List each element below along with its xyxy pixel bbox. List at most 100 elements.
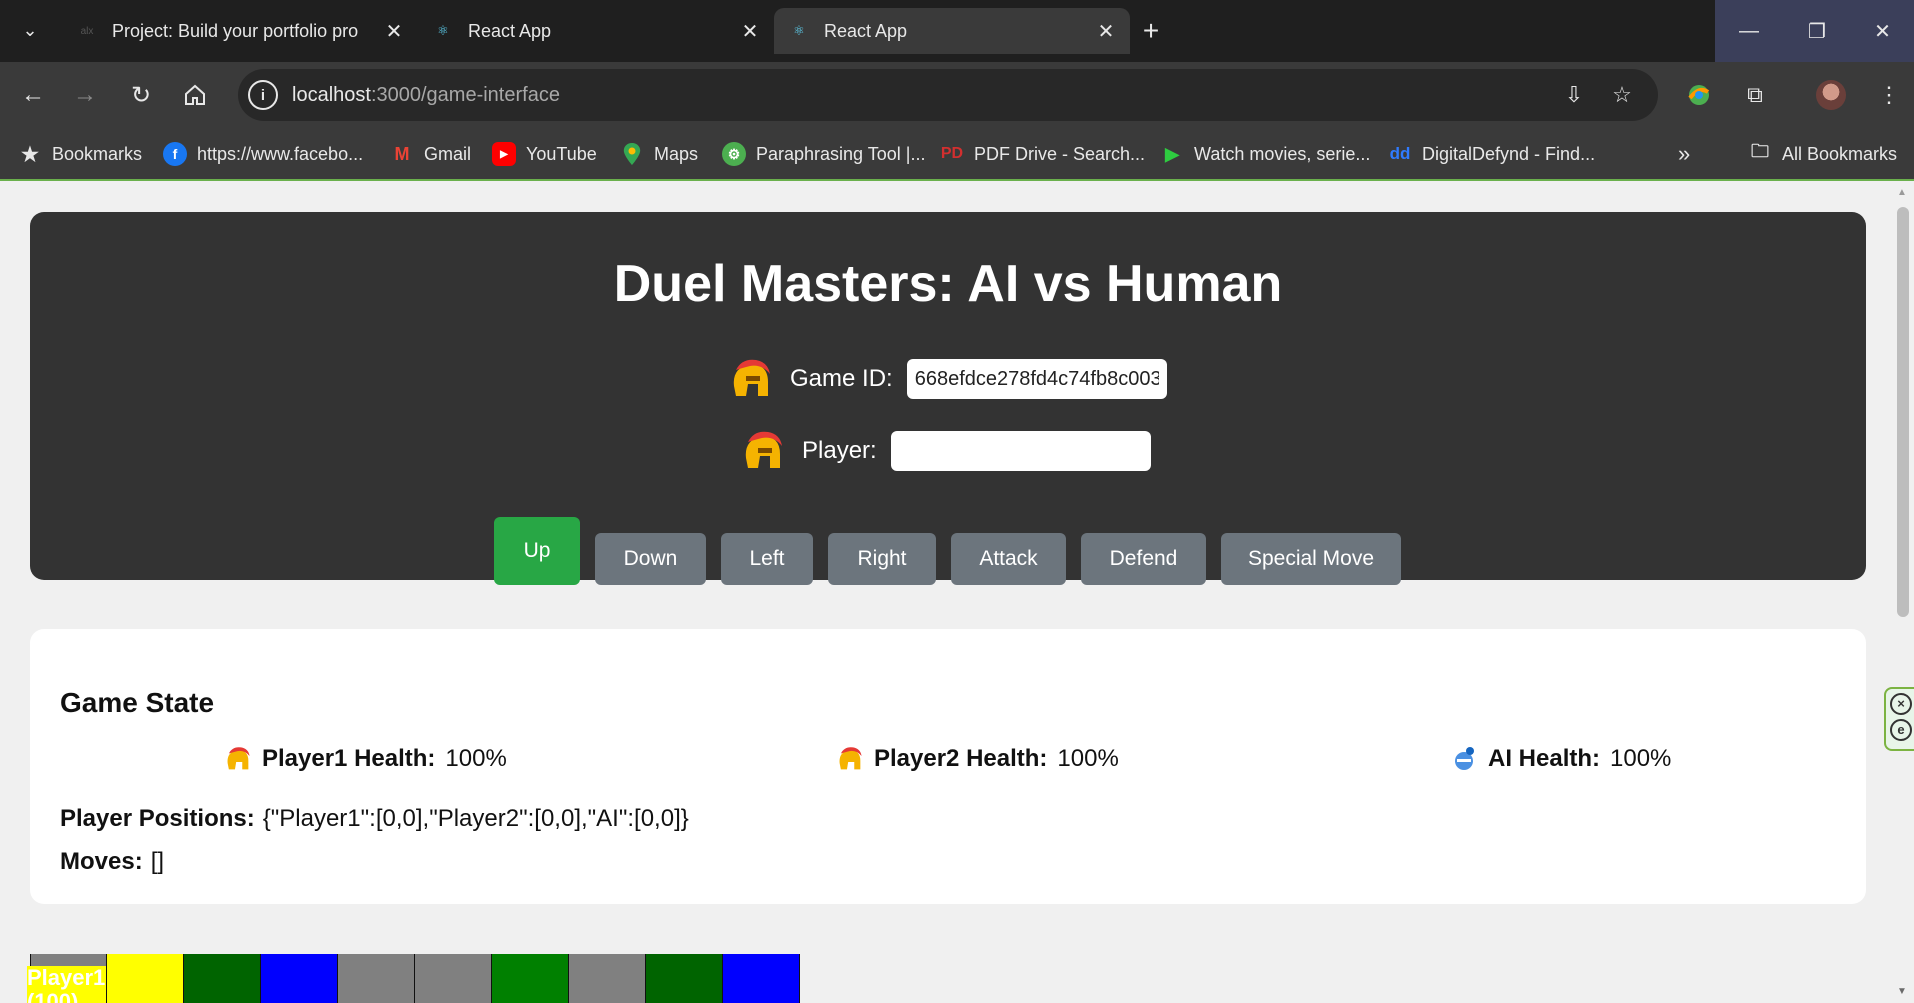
game-id-input[interactable] bbox=[906, 359, 1167, 399]
moves: Moves: [] bbox=[60, 848, 164, 876]
game-control-panel: Duel Masters: AI vs Human Game ID: Playe… bbox=[30, 212, 1866, 585]
player-input[interactable] bbox=[890, 431, 1151, 471]
react-icon: ⚛ bbox=[793, 23, 805, 38]
home-button[interactable] bbox=[176, 76, 214, 114]
chevron-down-icon: ⌄ bbox=[22, 19, 38, 40]
player-positions-value: {"Player1":[0,0],"Player2":[0,0],"AI":[0… bbox=[262, 805, 689, 832]
spartan-helmet-icon bbox=[745, 431, 782, 468]
tab-title: React App bbox=[468, 20, 552, 41]
scrollbar-thumb[interactable] bbox=[1897, 207, 1909, 617]
spartan-helmet-icon bbox=[227, 747, 250, 770]
page-title: Duel Masters: AI vs Human bbox=[613, 255, 1283, 313]
grid-cell bbox=[569, 954, 646, 1003]
grid-cell bbox=[492, 954, 569, 1003]
ai-health-value: 100% bbox=[1610, 745, 1672, 772]
tab-react-app-1[interactable]: ⚛ React App ✕ bbox=[418, 8, 774, 54]
tab-portfolio[interactable]: alx Project: Build your portfolio pro ✕ bbox=[62, 8, 418, 54]
close-icon: ✕ bbox=[1874, 20, 1891, 43]
minimize-icon: — bbox=[1739, 19, 1759, 42]
close-icon[interactable]: × bbox=[1890, 693, 1912, 715]
extension-e-icon[interactable]: e bbox=[1890, 719, 1912, 741]
close-icon[interactable]: ✕ bbox=[380, 17, 408, 45]
new-tab-button[interactable]: + bbox=[1134, 14, 1168, 48]
youtube-icon: ▶ bbox=[492, 142, 516, 166]
avatar[interactable] bbox=[1816, 80, 1846, 110]
game-id-label: Game ID: bbox=[790, 365, 893, 392]
restore-icon: ❐ bbox=[1808, 20, 1826, 43]
bookmark-facebook[interactable]: f https://www.facebo... bbox=[163, 140, 363, 168]
bookmark-watch-movies[interactable]: ▶ Watch movies, serie... bbox=[1160, 140, 1370, 168]
player1-health-label: Player1 Health: bbox=[262, 745, 436, 772]
bookmark-bookmarks[interactable]: ★ Bookmarks bbox=[18, 140, 142, 168]
minimize-button[interactable]: — bbox=[1715, 0, 1783, 62]
right-button[interactable]: Right bbox=[828, 533, 936, 585]
paraphrasing-icon: ⚙ bbox=[722, 142, 746, 166]
all-bookmarks-button[interactable]: 🗀 All Bookmarks bbox=[1748, 140, 1897, 168]
tab-bar: ⌄ alx Project: Build your portfolio pro … bbox=[0, 0, 1914, 62]
scrollbar[interactable]: ▲ ▼ bbox=[1892, 181, 1914, 1003]
side-extension-widget[interactable]: × e bbox=[1884, 687, 1914, 751]
grid-cell bbox=[415, 954, 492, 1003]
up-button[interactable]: Up bbox=[494, 517, 580, 585]
address-bar[interactable]: i localhost:3000/game-interface ⇩ ☆ bbox=[238, 69, 1658, 121]
tab-react-app-2[interactable]: ⚛ React App ✕ bbox=[774, 8, 1130, 54]
extensions-puzzle-icon[interactable]: ⧉ bbox=[1736, 76, 1774, 114]
arrow-left-icon: ← bbox=[21, 81, 45, 108]
player-row: Player: bbox=[740, 428, 1151, 474]
bookmark-gmail[interactable]: M Gmail bbox=[390, 140, 472, 168]
bookmark-youtube[interactable]: ▶ YouTube bbox=[492, 140, 597, 168]
star-icon[interactable]: ☆ bbox=[1606, 79, 1638, 111]
digitaldefynd-icon: dd bbox=[1389, 144, 1411, 163]
spartan-helmet-icon bbox=[839, 747, 862, 770]
bookmark-paraphrasing[interactable]: ⚙ Paraphrasing Tool |... bbox=[722, 140, 925, 168]
install-app-icon[interactable]: ⇩ bbox=[1558, 79, 1590, 111]
back-button[interactable]: ← bbox=[14, 76, 52, 114]
attack-button[interactable]: Attack bbox=[951, 533, 1066, 585]
special-move-button[interactable]: Special Move bbox=[1221, 533, 1401, 585]
left-button[interactable]: Left bbox=[721, 533, 813, 585]
reload-button[interactable]: ↻ bbox=[122, 76, 160, 114]
close-icon[interactable]: ✕ bbox=[736, 17, 764, 45]
close-icon[interactable]: ✕ bbox=[1092, 17, 1120, 45]
bookmark-pdf-drive[interactable]: PD PDF Drive - Search... bbox=[940, 140, 1145, 168]
grid-cell bbox=[723, 954, 800, 1003]
menu-kebab-icon[interactable]: ⋮ bbox=[1870, 76, 1908, 114]
page-viewport: Duel Masters: AI vs Human Game ID: Playe… bbox=[0, 181, 1914, 1003]
scroll-down-icon[interactable]: ▼ bbox=[1897, 986, 1907, 997]
tab-title: React App bbox=[824, 20, 908, 41]
moves-value: [] bbox=[150, 848, 165, 875]
ai-health: AI Health: 100% bbox=[1450, 745, 1671, 773]
player2-health: Player2 Health: 100% bbox=[836, 745, 1119, 773]
defend-button[interactable]: Defend bbox=[1081, 533, 1206, 585]
more-bookmarks-button[interactable]: » bbox=[1678, 140, 1690, 168]
reload-icon: ↻ bbox=[130, 81, 152, 109]
close-window-button[interactable]: ✕ bbox=[1851, 0, 1914, 62]
player1-health: Player1 Health: 100% bbox=[224, 745, 507, 773]
star-icon: ★ bbox=[21, 143, 39, 166]
play-icon: ▶ bbox=[1165, 143, 1179, 164]
player2-health-value: 100% bbox=[1057, 745, 1119, 772]
gmail-icon: M bbox=[394, 143, 410, 164]
tab-search-button[interactable]: ⌄ bbox=[12, 12, 48, 48]
bookmark-maps[interactable]: Maps bbox=[620, 140, 698, 168]
grid-cell-label: Player1 (100) bbox=[27, 966, 106, 1003]
game-state-title: Game State bbox=[60, 687, 215, 718]
grid-cell bbox=[646, 954, 723, 1003]
plus-icon: + bbox=[1142, 15, 1160, 46]
game-state-panel: Game State Player1 Health: 100% Player2 … bbox=[30, 629, 1866, 904]
site-info-icon[interactable]: i bbox=[248, 80, 278, 110]
down-button[interactable]: Down bbox=[595, 533, 706, 585]
facebook-icon: f bbox=[163, 142, 187, 166]
player-positions-label: Player Positions: bbox=[60, 805, 255, 832]
bookmarks-bar: ★ Bookmarks f https://www.facebo... M Gm… bbox=[0, 128, 1914, 179]
extension-colorful-icon[interactable] bbox=[1680, 76, 1718, 114]
bookmark-digitaldefynd[interactable]: dd DigitalDefynd - Find... bbox=[1388, 140, 1595, 168]
player-positions: Player Positions: {"Player1":[0,0],"Playe… bbox=[60, 805, 689, 833]
restore-button[interactable]: ❐ bbox=[1783, 0, 1851, 62]
scroll-up-icon[interactable]: ▲ bbox=[1897, 187, 1907, 198]
ai-health-label: AI Health: bbox=[1488, 745, 1601, 772]
forward-button[interactable]: → bbox=[66, 76, 104, 114]
game-board-grid: Player1 (100) bbox=[27, 954, 800, 1003]
pdf-drive-icon: PD bbox=[940, 145, 964, 162]
chevron-double-right-icon: » bbox=[1678, 141, 1691, 166]
